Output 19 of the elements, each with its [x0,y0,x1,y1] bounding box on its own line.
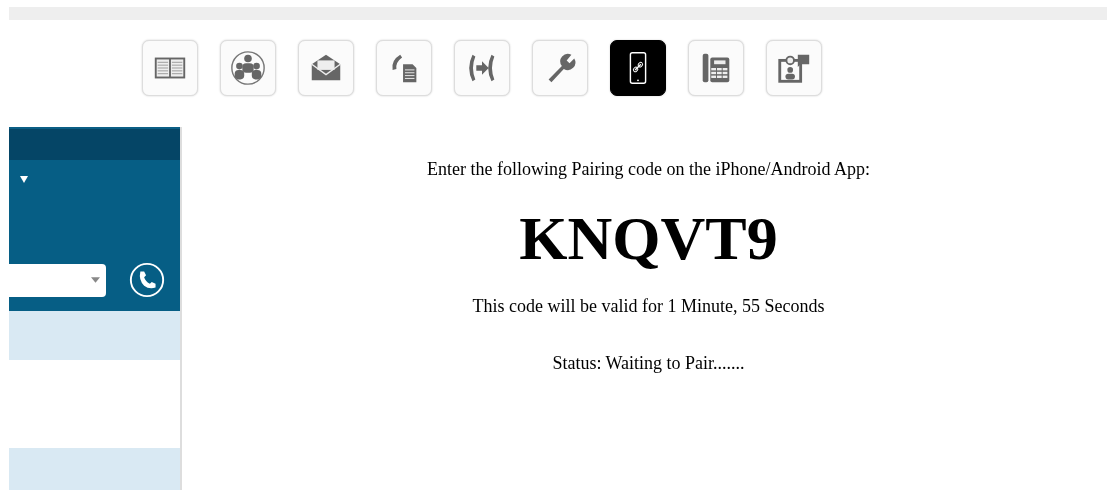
envelope-button[interactable] [298,40,354,96]
smartphone-link-button[interactable] [610,40,666,96]
group-icon [229,48,267,88]
status-text: Status: Waiting to Pair....... [551,353,746,375]
pairing-code: KNQVT9 [518,204,779,273]
caret-icon [19,174,29,184]
call-button[interactable] [128,261,166,299]
caret-icon [91,277,100,283]
book-button[interactable] [142,40,198,96]
call-transfer-button[interactable] [454,40,510,96]
dropdown-field[interactable] [9,263,106,297]
pairing-instruction: Enter the following Pairing code on the iPhone/Android App: [426,159,871,180]
validity-text: This code will be valid for 1 Minute, 55 Seconds [471,296,826,318]
phone-icon [128,261,166,299]
desk-phone-button[interactable] [688,40,744,96]
wrench-button[interactable] [532,40,588,96]
video-call-button[interactable] [766,40,822,96]
phone-document-button[interactable] [376,40,432,96]
group-button[interactable] [220,40,276,96]
